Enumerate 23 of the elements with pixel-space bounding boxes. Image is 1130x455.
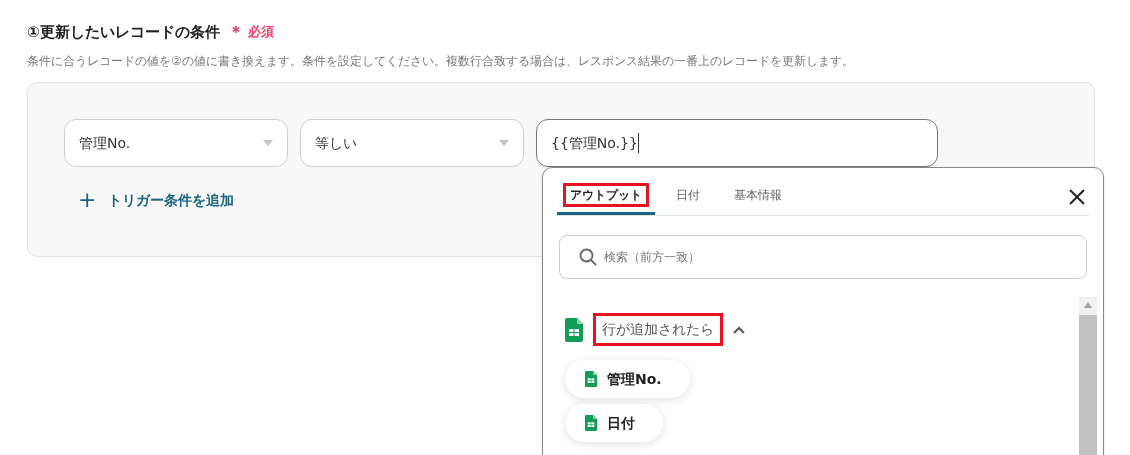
spreadsheet-icon bbox=[585, 371, 597, 387]
section-title: ①更新したいレコードの条件 bbox=[27, 21, 220, 43]
add-condition-button[interactable]: + トリガー条件を追加 bbox=[78, 189, 235, 211]
field-select[interactable]: 管理No. bbox=[64, 119, 288, 167]
output-chip[interactable]: 管理No. bbox=[565, 360, 690, 398]
scrollbar[interactable] bbox=[1079, 297, 1097, 455]
required-mark: ＊ bbox=[227, 21, 244, 43]
chevron-up-icon[interactable] bbox=[733, 325, 745, 334]
output-chip[interactable]: 日付 bbox=[565, 404, 663, 442]
tab[interactable]: 基本情報 bbox=[721, 184, 795, 215]
caret-icon bbox=[263, 140, 273, 146]
spreadsheet-icon bbox=[565, 317, 583, 342]
operator-select[interactable]: 等しい bbox=[300, 119, 524, 167]
spreadsheet-icon bbox=[585, 415, 597, 431]
search-field[interactable]: 検索（前方一致） bbox=[559, 235, 1087, 279]
section-description: 条件に合うレコードの値を②の値に書き換えます。条件を設定してください。複数行合致する場合は、レスポンス結果の一番上のレコードを更新します。 bbox=[27, 53, 855, 70]
tab[interactable]: 日付 bbox=[663, 184, 713, 215]
caret-icon bbox=[499, 140, 509, 146]
required-label: 必須 bbox=[247, 23, 274, 42]
close-icon[interactable] bbox=[1069, 189, 1085, 205]
search-icon bbox=[579, 248, 597, 266]
value-field[interactable]: {{管理No.}} bbox=[536, 119, 938, 167]
group-label[interactable]: 行が追加されたら bbox=[593, 313, 723, 346]
